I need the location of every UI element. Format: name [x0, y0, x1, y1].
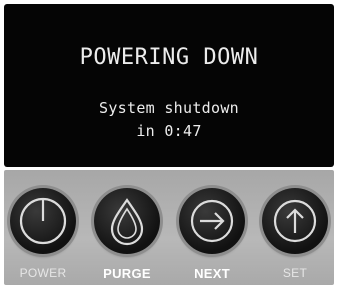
next-button-label: NEXT: [194, 266, 230, 281]
purge-button-label: PURGE: [103, 266, 151, 281]
next-button[interactable]: [179, 188, 245, 254]
power-icon: [19, 197, 67, 245]
control-panel-device: POWERING DOWN System shutdown in 0:47 PO…: [0, 0, 338, 289]
arrow-right-icon: [190, 199, 234, 243]
display-countdown: in 0:47: [136, 122, 202, 140]
droplet-icon: [110, 198, 144, 246]
purge-button[interactable]: [94, 188, 160, 254]
power-button-label: POWER: [19, 266, 67, 280]
arrow-up-icon: [273, 199, 317, 243]
power-button[interactable]: [10, 188, 76, 254]
display-message-line1: System shutdown: [99, 99, 239, 117]
set-button-label: SET: [282, 266, 308, 280]
display-title: POWERING DOWN: [79, 45, 259, 70]
set-button[interactable]: [262, 188, 328, 254]
lcd-display: POWERING DOWN System shutdown in 0:47: [4, 4, 334, 167]
